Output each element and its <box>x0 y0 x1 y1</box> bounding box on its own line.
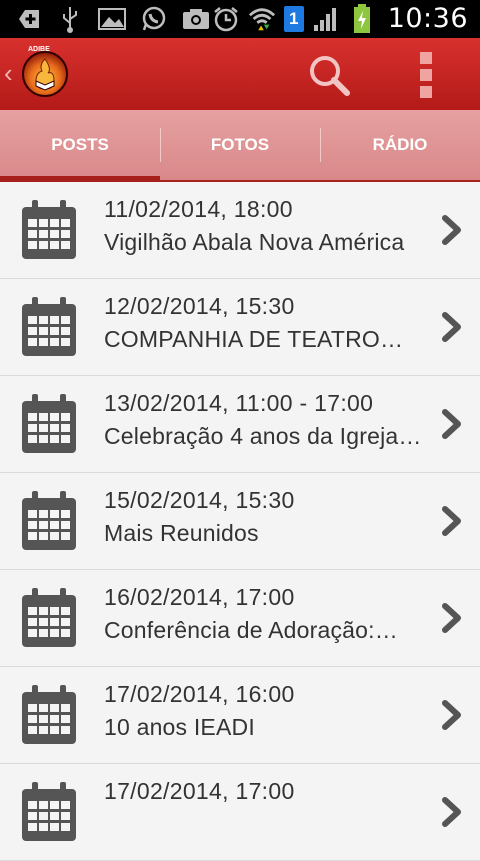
event-title: COMPANHIA DE TEATRO… <box>104 326 404 352</box>
event-title: Mais Reunidos <box>104 520 259 546</box>
chevron-right-icon <box>442 797 461 827</box>
clock: 10:36 <box>387 3 468 34</box>
list-item[interactable]: 13/02/2014, 11:00 - 17:00 Celebração 4 a… <box>0 376 480 473</box>
usb-icon <box>56 5 84 33</box>
search-icon[interactable] <box>306 52 352 98</box>
sim-icon: 1 <box>283 5 304 32</box>
event-date: 15/02/2014, 15:30 <box>104 487 295 513</box>
event-date: 11/02/2014, 18:00 <box>104 196 293 222</box>
tab-radio[interactable]: RÁDIO <box>320 110 480 180</box>
list-item[interactable]: 15/02/2014, 15:30 Mais Reunidos <box>0 473 480 570</box>
calendar-icon <box>22 491 76 550</box>
calendar-icon <box>22 588 76 647</box>
chevron-right-icon <box>442 312 461 342</box>
event-date: 16/02/2014, 17:00 <box>104 584 295 610</box>
chevron-right-icon <box>442 506 461 536</box>
signal-icon <box>312 5 340 33</box>
calendar-icon <box>22 297 76 356</box>
chevron-right-icon <box>442 409 461 439</box>
event-date: 17/02/2014, 17:00 <box>104 778 295 804</box>
list-item[interactable]: 12/02/2014, 15:30 COMPANHIA DE TEATRO… <box>0 279 480 376</box>
list-item[interactable]: 16/02/2014, 17:00 Conferência de Adoraçã… <box>0 570 480 667</box>
tab-posts[interactable]: POSTS <box>0 110 160 182</box>
battery-icon <box>348 3 376 33</box>
action-bar: ‹ ADIBE <box>0 38 480 110</box>
calendar-icon <box>22 394 76 453</box>
event-list: 11/02/2014, 18:00 Vigilhão Abala Nova Am… <box>0 182 480 861</box>
chevron-right-icon <box>442 215 461 245</box>
camera-icon <box>182 5 210 33</box>
tab-bar: POSTS FOTOS RÁDIO <box>0 110 480 182</box>
wifi-icon <box>248 5 276 33</box>
chevron-right-icon <box>442 603 461 633</box>
whatsapp-icon <box>140 5 168 33</box>
event-title: Celebração 4 anos da Igreja… <box>104 423 422 449</box>
calendar-icon <box>22 782 76 841</box>
overflow-menu-icon[interactable] <box>414 52 438 98</box>
event-title: Conferência de Adoração:… <box>104 617 398 643</box>
event-title: 10 anos IEADI <box>104 714 255 740</box>
tab-fotos[interactable]: FOTOS <box>160 110 320 180</box>
event-date: 13/02/2014, 11:00 - 17:00 <box>104 390 374 416</box>
calendar-icon <box>22 685 76 744</box>
event-title: Vigilhão Abala Nova América <box>104 229 405 255</box>
status-bar: 1 10:36 <box>0 0 480 38</box>
logo-text: ADIBE <box>28 46 50 53</box>
chevron-right-icon <box>442 700 461 730</box>
list-item[interactable]: 11/02/2014, 18:00 Vigilhão Abala Nova Am… <box>0 182 480 279</box>
calendar-icon <box>22 200 76 259</box>
list-item[interactable]: 17/02/2014, 17:00 <box>0 764 480 861</box>
alarm-icon <box>212 5 240 33</box>
event-date: 17/02/2014, 16:00 <box>104 681 295 707</box>
back-chevron-icon[interactable]: ‹ <box>4 58 13 89</box>
list-item[interactable]: 17/02/2014, 16:00 10 anos IEADI <box>0 667 480 764</box>
add-icon <box>14 5 42 33</box>
event-date: 12/02/2014, 15:30 <box>104 293 295 319</box>
image-icon <box>98 5 126 33</box>
app-logo[interactable] <box>22 51 68 97</box>
